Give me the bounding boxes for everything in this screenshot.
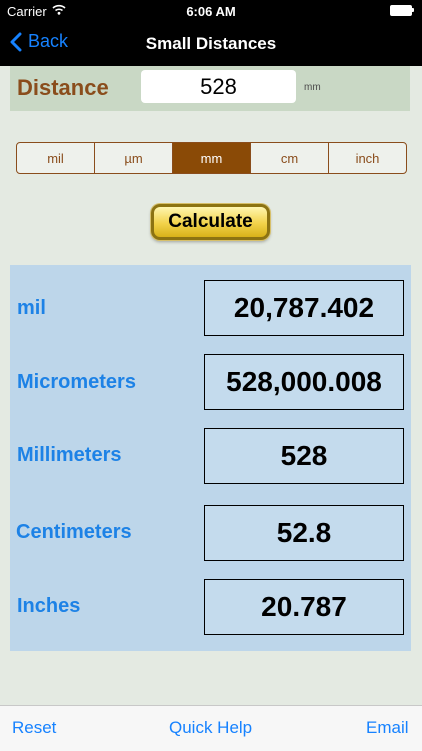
unit-option-cm[interactable]: cm <box>251 143 329 173</box>
unit-segmented-control: mil µm mm cm inch <box>16 142 407 174</box>
reset-button[interactable]: Reset <box>12 718 56 738</box>
result-value-centimeters: 52.8 <box>204 505 404 561</box>
results-panel: mil 20,787.402 Micrometers 528,000.008 M… <box>10 265 411 651</box>
result-label-inches: Inches <box>17 595 81 617</box>
calculate-button[interactable]: Calculate <box>151 204 270 240</box>
battery-icon <box>390 5 414 16</box>
result-value-micrometers: 528,000.008 <box>204 354 404 410</box>
email-button[interactable]: Email <box>366 718 409 738</box>
distance-row: Distance mm <box>10 66 410 111</box>
result-label-mil: mil <box>17 297 46 319</box>
unit-option-inch[interactable]: inch <box>329 143 406 173</box>
unit-option-mil[interactable]: mil <box>17 143 95 173</box>
unit-option-micrometer[interactable]: µm <box>95 143 173 173</box>
top-bar: Carrier 6:06 AM Back Small Distances <box>0 0 422 66</box>
result-label-centimeters: Centimeters <box>16 521 132 543</box>
page-title: Small Distances <box>145 34 277 53</box>
unit-option-mm[interactable]: mm <box>173 143 251 173</box>
result-label-millimeters: Millimeters <box>17 444 122 466</box>
distance-label: Distance <box>17 75 109 100</box>
result-value-mil: 20,787.402 <box>204 280 404 336</box>
result-value-millimeters: 528 <box>204 428 404 484</box>
status-time: 6:06 AM <box>186 4 236 19</box>
quick-help-button[interactable]: Quick Help <box>169 718 252 738</box>
result-value-inches: 20.787 <box>204 579 404 635</box>
bottom-toolbar: Reset Quick Help Email <box>0 705 422 751</box>
result-label-micrometers: Micrometers <box>17 371 136 393</box>
distance-input[interactable] <box>141 70 296 103</box>
distance-unit-label: mm <box>304 82 321 93</box>
